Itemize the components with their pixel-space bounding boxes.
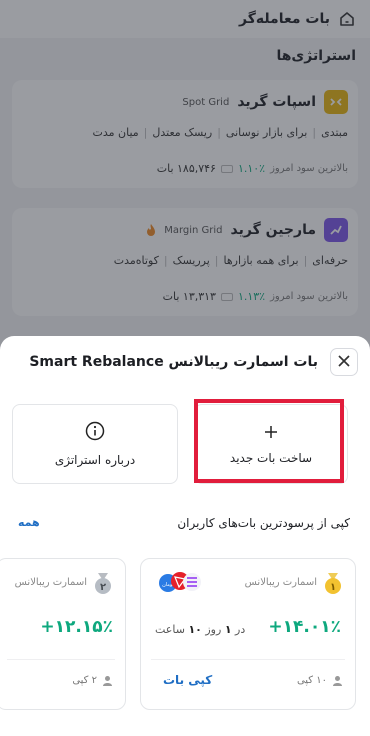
runtime-hours-unit: ساعت [155,623,185,636]
runtime-hours: ۱۰ [188,623,202,636]
top-bot-card[interactable]: ۱ اسمارت ریبالانس تومان +۱۴.۰۱٪ در ۱ روز… [140,558,356,710]
coin-pair-icons: تومان [157,571,203,593]
bot-roi: +۱۲.۱۵٪ [40,617,113,637]
copy-bot-button[interactable]: کپی بات [163,673,212,687]
strategy-bottom-sheet: بات اسمارت ریبالانس Smart Rebalance ساخت… [0,336,370,736]
copy-count: ۱۰ کپی [297,675,343,686]
runtime-days-unit: روز [205,623,222,636]
user-icon [102,675,113,686]
info-icon [85,421,105,445]
about-strategy-label: درباره استراتژی [54,453,136,467]
sheet-title: بات اسمارت ریبالانس Smart Rebalance [29,354,318,370]
svg-text:۱: ۱ [330,582,336,593]
card-divider [7,659,115,660]
plus-icon [264,424,278,443]
bot-roi: +۱۴.۰۱٪ [268,617,341,637]
card-divider [151,659,345,660]
copy-count-text: ۱۰ کپی [296,675,327,686]
bot-name: اسمارت ریبالانس [14,577,87,588]
create-new-bot-button[interactable]: ساخت بات جدید [194,404,348,484]
close-icon [337,353,351,372]
svg-text:۲: ۲ [100,582,106,593]
runtime-prefix: در [235,623,246,636]
copy-count-text: ۲ کپی [72,675,97,686]
top-bots-heading: کپی از پرسودترین بات‌های کاربران [177,516,350,530]
close-button[interactable] [330,348,358,376]
user-icon [332,675,343,686]
top-bot-card[interactable]: ۲ اسمارت ریبالانس +۱۲.۱۵٪ ۲ کپی [0,558,126,710]
create-new-bot-label: ساخت بات جدید [229,450,313,465]
bot-name: اسمارت ریبالانس [244,577,317,588]
runtime-days: ۱ [224,623,232,636]
silver-medal-icon: ۲ [93,573,113,595]
copy-count: ۲ کپی [72,675,113,686]
gold-medal-icon: ۱ [323,573,343,595]
bot-runtime: در ۱ روز ۱۰ ساعت [155,623,245,636]
see-all-link[interactable]: همه [18,516,40,529]
about-strategy-button[interactable]: درباره استراتژی [12,404,178,484]
